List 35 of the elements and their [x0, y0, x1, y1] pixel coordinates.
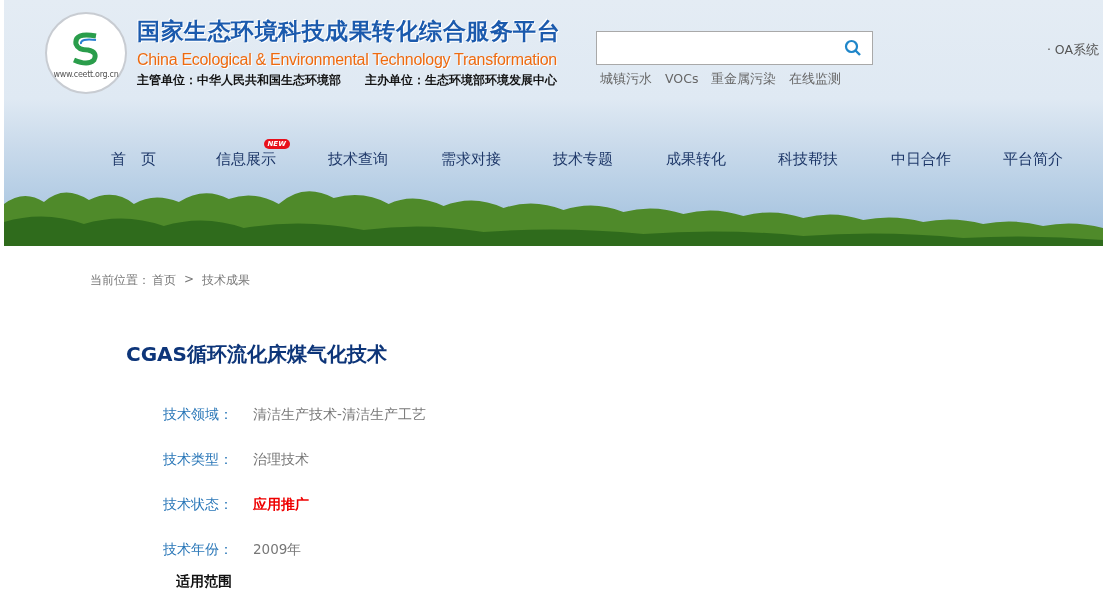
breadcrumb-label: 当前位置：	[90, 272, 150, 289]
nav-item[interactable]: 成果转化	[665, 148, 726, 170]
field-label: 技术年份：	[163, 540, 234, 559]
breadcrumb-link[interactable]: 首页	[152, 272, 176, 289]
organizer-text: 主办单位：生态环境部环境发展中心	[365, 73, 557, 88]
breadcrumb-separator: >	[184, 272, 195, 288]
quick-link[interactable]: 重金属污染	[711, 71, 777, 88]
nav-item[interactable]: 技术查询	[328, 148, 389, 170]
site-subtitle: China Ecological & Environmental Technology Transformation	[137, 51, 558, 69]
field-label: 技术领域：	[163, 405, 234, 424]
nav-item[interactable]: 信息展示	[215, 148, 276, 170]
nav-item[interactable]: 首 页	[110, 148, 156, 170]
quick-link[interactable]: VOCs	[665, 71, 699, 88]
search-icon[interactable]	[844, 39, 862, 57]
quick-link[interactable]: 城镇污水	[600, 71, 652, 88]
article-title: CGAS循环流化床煤气化技术	[126, 341, 388, 368]
search-field[interactable]	[596, 31, 873, 65]
oa-system-link[interactable]: · OA系统	[1046, 42, 1099, 59]
nav-item[interactable]: 技术专题	[553, 148, 614, 170]
field-label: 技术类型：	[163, 450, 234, 469]
quick-link[interactable]: 在线监测	[789, 71, 842, 88]
section-heading: 适用范围	[176, 572, 233, 590]
nav-item[interactable]: 中日合作	[890, 148, 951, 170]
field-value: 应用推广	[253, 495, 309, 514]
breadcrumb-link[interactable]: 技术成果	[202, 272, 251, 289]
organizer-text: 主管单位：中华人民共和国生态环境部	[137, 73, 341, 88]
nav-item[interactable]: 平台简介	[1003, 148, 1064, 170]
field-value: 治理技术	[253, 450, 309, 469]
logo-emblem: www.ceett.org.cn	[45, 12, 127, 94]
field-value: 清洁生产技术-清洁生产工艺	[253, 405, 426, 424]
field-value: 2009年	[253, 540, 302, 559]
site-title: 国家生态环境科技成果转化综合服务平台	[137, 17, 560, 46]
nav-item[interactable]: 需求对接	[440, 148, 501, 170]
field-label: 技术状态：	[163, 495, 234, 514]
nav-item[interactable]: 科技帮扶	[778, 148, 839, 170]
